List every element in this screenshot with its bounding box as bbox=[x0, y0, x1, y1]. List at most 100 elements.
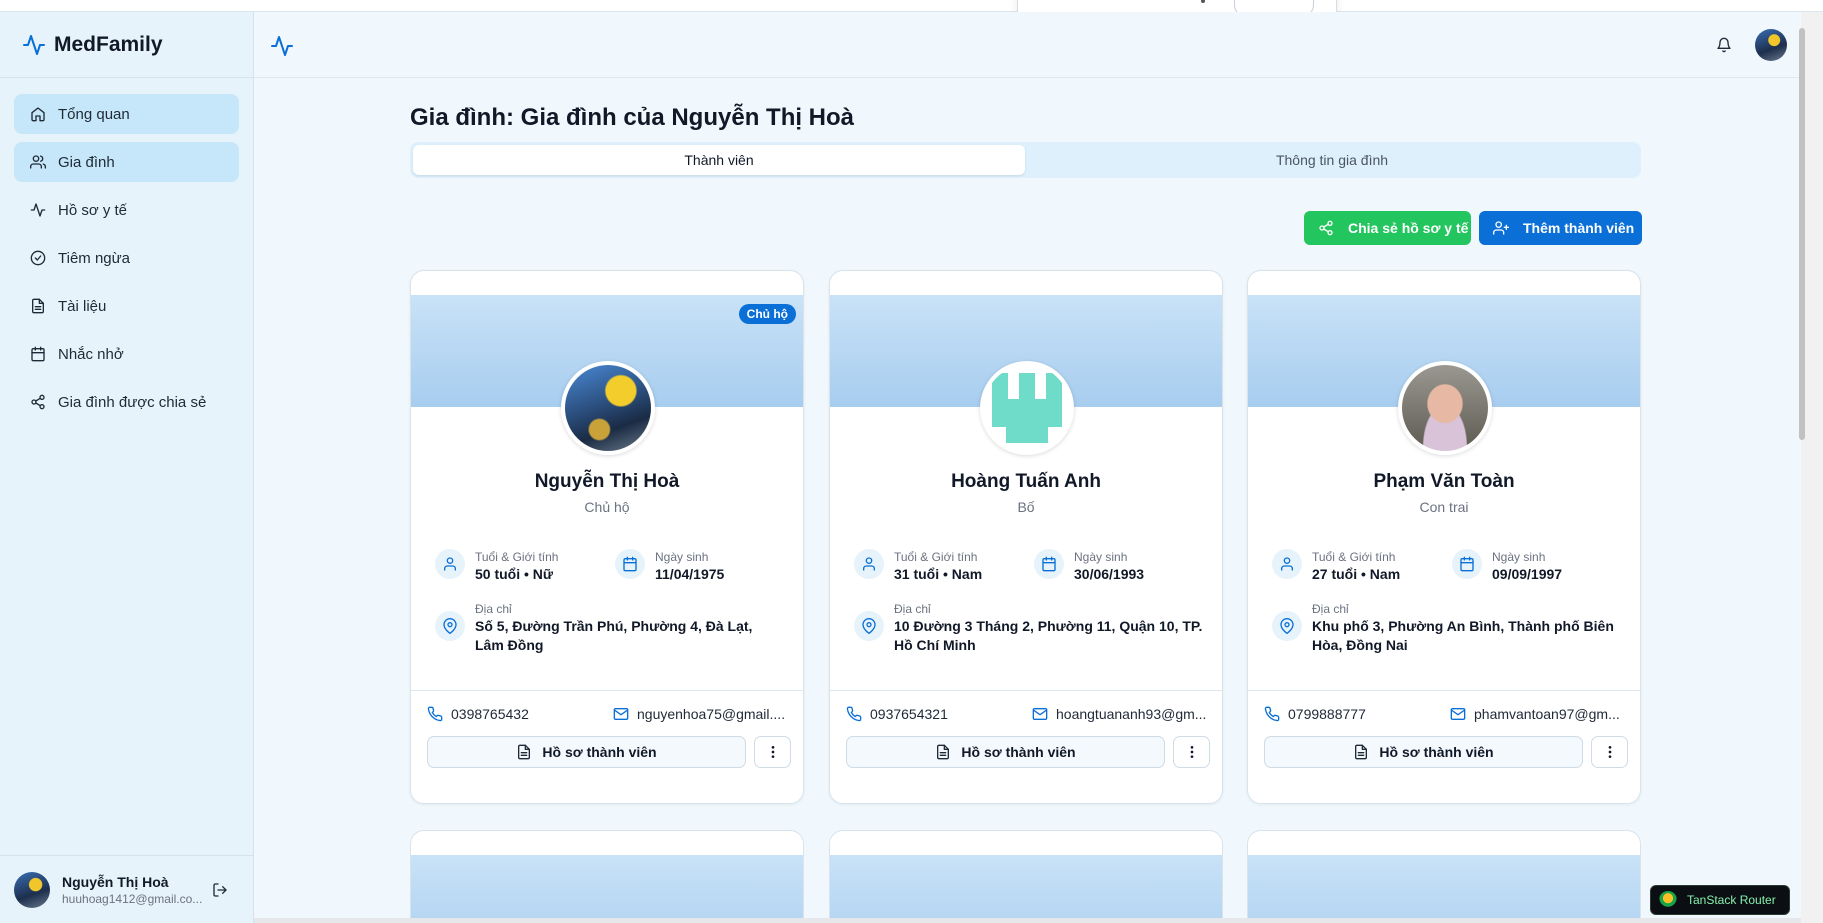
card-banner bbox=[411, 855, 803, 923]
share-icon bbox=[31, 394, 45, 410]
phone-contact[interactable]: 0398765432 bbox=[427, 706, 597, 722]
tanstack-router-devtools-button[interactable]: TanStack Router bbox=[1650, 885, 1790, 915]
age-gender-label: Tuổi & Giới tính bbox=[475, 550, 559, 564]
share-icon bbox=[1319, 220, 1333, 236]
address-label: Địa chỉ bbox=[475, 602, 512, 616]
birthday-label: Ngày sinh bbox=[655, 550, 709, 564]
tab-family-info[interactable]: Thông tin gia đình bbox=[1026, 145, 1638, 175]
member-name: Hoàng Tuấn Anh bbox=[951, 471, 1101, 492]
top-header bbox=[254, 12, 1801, 78]
email-value: phamvantoan97@gm... bbox=[1474, 706, 1620, 722]
map-pin-icon bbox=[435, 611, 465, 641]
phone-icon bbox=[427, 706, 443, 722]
member-name: Phạm Văn Toàn bbox=[1373, 471, 1515, 492]
birthday-value: 09/09/1997 bbox=[1492, 566, 1563, 582]
phone-value: 0799888777 bbox=[1288, 706, 1366, 722]
tab-members[interactable]: Thành viên bbox=[413, 145, 1025, 175]
sidebar-item-label: Nhắc nhở bbox=[58, 345, 124, 363]
phone-icon bbox=[1264, 706, 1280, 722]
phone-contact[interactable]: 0799888777 bbox=[1264, 706, 1434, 722]
sidebar-item-overview[interactable]: Tổng quan bbox=[14, 94, 239, 134]
phone-contact[interactable]: 0937654321 bbox=[846, 706, 1016, 722]
bell-icon[interactable] bbox=[1716, 37, 1732, 53]
more-vertical-icon bbox=[771, 746, 774, 758]
email-contact[interactable]: hoangtuananh93@gm... bbox=[1032, 706, 1212, 722]
sidebar-item-documents[interactable]: Tài liệu bbox=[14, 286, 239, 326]
more-options-button[interactable] bbox=[1591, 736, 1628, 768]
more-options-button[interactable] bbox=[754, 736, 791, 768]
member-card: Chủ hộ Nguyễn Thị Hoà Chủ hộ Tuổi & Giới… bbox=[410, 270, 804, 804]
mail-icon bbox=[613, 708, 629, 720]
member-avatar bbox=[980, 361, 1074, 455]
sidebar-item-reminders[interactable]: Nhắc nhở bbox=[14, 334, 239, 374]
address-label: Địa chỉ bbox=[894, 602, 931, 616]
phone-value: 0398765432 bbox=[451, 706, 529, 722]
email-value: hoangtuananh93@gm... bbox=[1056, 706, 1207, 722]
profile-button-label: Hồ sơ thành viên bbox=[542, 744, 657, 760]
sidebar-item-label: Tổng quan bbox=[58, 105, 130, 123]
file-icon bbox=[1355, 744, 1368, 760]
sidebar-item-vaccination[interactable]: Tiêm ngừa bbox=[14, 238, 239, 278]
header-avatar[interactable] bbox=[1755, 29, 1787, 61]
horizontal-scrollbar[interactable] bbox=[254, 918, 1801, 923]
share-medical-records-button[interactable]: Chia sẻ hồ sơ y tế bbox=[1304, 211, 1471, 245]
map-pin-icon bbox=[1272, 611, 1302, 641]
calendar-icon bbox=[615, 549, 645, 579]
address-label: Địa chỉ bbox=[1312, 602, 1349, 616]
sidebar-item-label: Tiêm ngừa bbox=[58, 249, 131, 267]
more-options-button[interactable] bbox=[1173, 736, 1210, 768]
member-profile-button[interactable]: Hồ sơ thành viên bbox=[846, 736, 1165, 768]
sidebar-item-medical-records[interactable]: Hồ sơ y tế bbox=[14, 190, 239, 230]
card-banner bbox=[1248, 855, 1640, 923]
file-icon bbox=[518, 744, 531, 760]
member-avatar bbox=[561, 361, 655, 455]
member-profile-button[interactable]: Hồ sơ thành viên bbox=[1264, 736, 1583, 768]
sidebar-item-label: Gia đình được chia sẻ bbox=[58, 393, 207, 411]
tab-bar: Thành viên Thông tin gia đình bbox=[410, 142, 1641, 178]
birthday-label: Ngày sinh bbox=[1074, 550, 1128, 564]
age-gender-value: 31 tuổi • Nam bbox=[894, 566, 983, 582]
users-icon bbox=[30, 155, 46, 169]
avatar[interactable] bbox=[14, 871, 50, 908]
card-divider bbox=[830, 690, 1222, 691]
member-role: Bố bbox=[1017, 499, 1035, 515]
logout-icon[interactable] bbox=[212, 882, 228, 898]
more-vertical-icon bbox=[1608, 746, 1611, 758]
activity-logo-icon bbox=[23, 34, 45, 55]
user-box: Nguyễn Thị Hoà huuhoag1412@gmail.co... bbox=[0, 855, 254, 923]
member-role: Chủ hộ bbox=[584, 499, 630, 515]
share-button-label: Chia sẻ hồ sơ y tế bbox=[1348, 220, 1469, 236]
sidebar-item-label: Gia đình bbox=[58, 153, 115, 171]
sidebar: MedFamily Tổng quan Gia đình Hồ sơ y tế … bbox=[0, 12, 254, 923]
toast-dot bbox=[1201, 0, 1205, 3]
email-value: nguyenhoa75@gmail.... bbox=[637, 706, 786, 722]
address-value: Số 5, Đường Trần Phú, Phường 4, Đà Lạt, … bbox=[475, 618, 753, 653]
user-icon bbox=[435, 549, 465, 579]
head-of-household-badge: Chủ hộ bbox=[738, 304, 796, 324]
member-profile-button[interactable]: Hồ sơ thành viên bbox=[427, 736, 746, 768]
activity-icon[interactable] bbox=[270, 34, 294, 58]
member-card: Phạm Văn Toàn Con trai Tuổi & Giới tính … bbox=[1247, 270, 1641, 804]
address-value: 10 Đường 3 Tháng 2, Phường 11, Quận 10, … bbox=[894, 618, 1203, 653]
user-plus-icon bbox=[1493, 221, 1509, 235]
card-divider bbox=[411, 690, 803, 691]
sidebar-item-shared-families[interactable]: Gia đình được chia sẻ bbox=[14, 382, 239, 422]
scrollbar-thumb[interactable] bbox=[1799, 28, 1805, 440]
email-contact[interactable]: phamvantoan97@gm... bbox=[1450, 706, 1630, 722]
birthday-value: 11/04/1975 bbox=[655, 566, 725, 582]
mail-icon bbox=[1032, 708, 1048, 720]
email-contact[interactable]: nguyenhoa75@gmail.... bbox=[613, 706, 793, 722]
calendar-icon bbox=[31, 346, 45, 362]
address-value: Khu phố 3, Phường An Bình, Thành phố Biê… bbox=[1312, 618, 1614, 653]
tanstack-logo-icon bbox=[1659, 891, 1677, 909]
brand[interactable]: MedFamily bbox=[0, 12, 253, 78]
top-strip bbox=[0, 0, 1823, 12]
sidebar-item-family[interactable]: Gia đình bbox=[14, 142, 239, 182]
birthday-label: Ngày sinh bbox=[1492, 550, 1546, 564]
profile-button-label: Hồ sơ thành viên bbox=[1379, 744, 1494, 760]
birthday-value: 30/06/1993 bbox=[1074, 566, 1145, 582]
home-icon bbox=[31, 107, 45, 122]
sidebar-nav: Tổng quan Gia đình Hồ sơ y tế Tiêm ngừa … bbox=[0, 78, 253, 422]
user-email: huuhoag1412@gmail.co... bbox=[62, 891, 203, 906]
add-member-button[interactable]: Thêm thành viên bbox=[1479, 211, 1642, 245]
